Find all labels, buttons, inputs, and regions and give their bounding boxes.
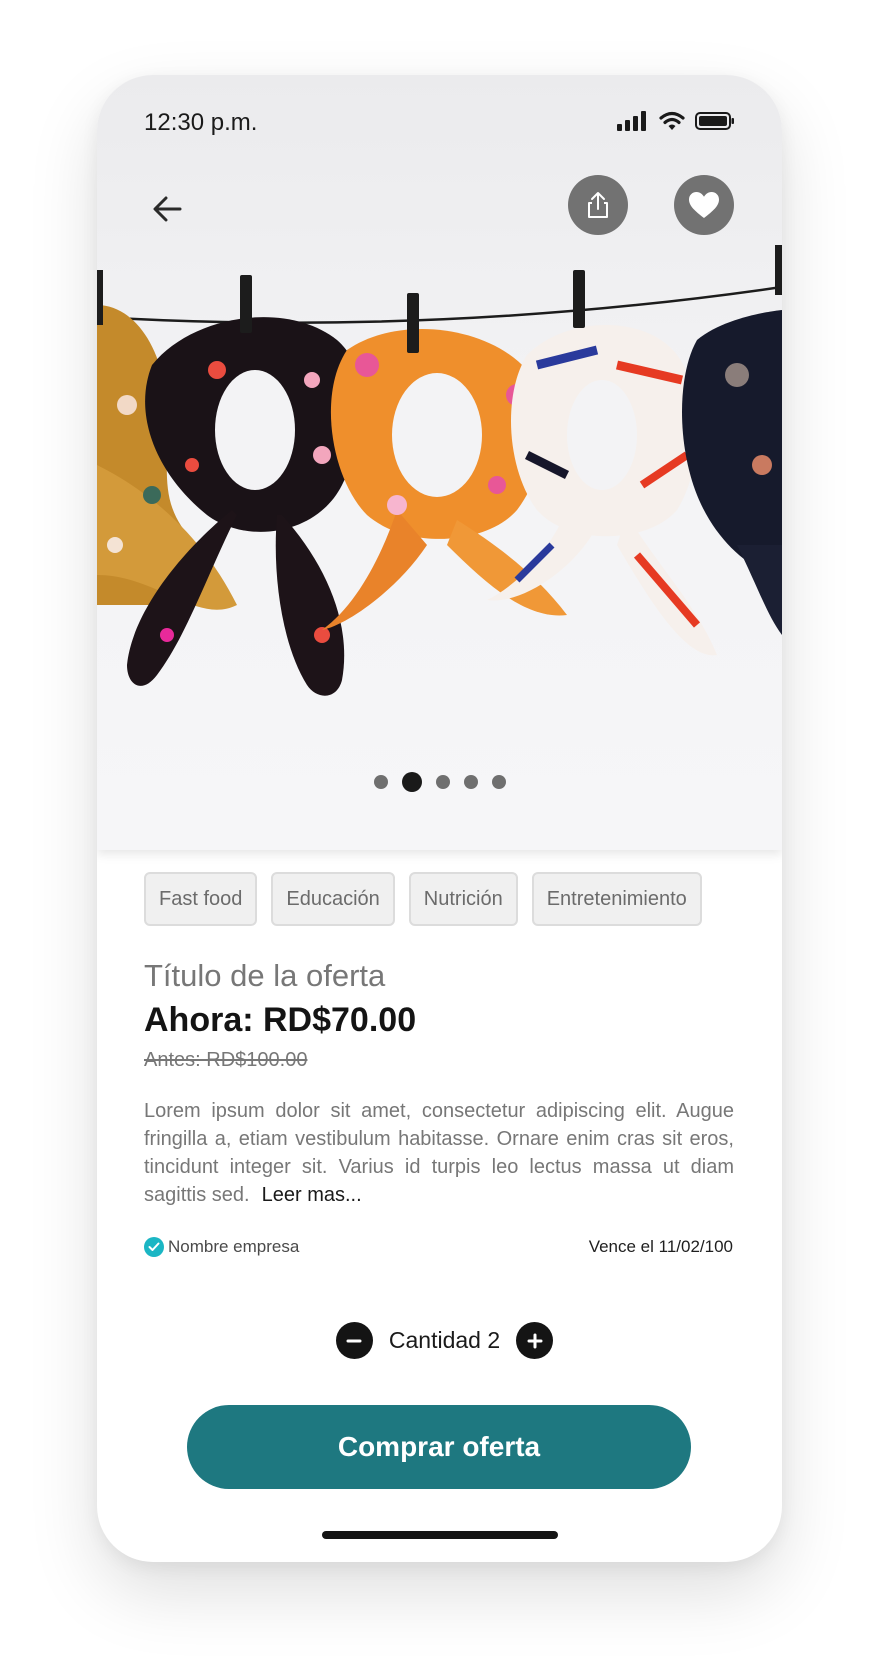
battery-icon [695, 112, 734, 130]
carousel-dot[interactable] [401, 772, 422, 792]
category-chip[interactable]: Fast food [144, 872, 258, 926]
carousel-dot[interactable] [435, 775, 450, 789]
status-time: 12:30 p.m. [144, 109, 258, 136]
plus-icon [527, 1333, 543, 1348]
back-button[interactable] [141, 183, 193, 235]
cellular-signal-icon [617, 111, 646, 131]
category-chips: Fast food Educación Nutrición Entretenim… [144, 872, 702, 926]
share-icon [588, 192, 608, 218]
product-photo [97, 245, 782, 696]
expiry-date: Vence el 11/02/100 [588, 1237, 733, 1256]
minus-icon [346, 1339, 362, 1342]
product-hero: 12:30 p.m. [97, 75, 782, 850]
arrow-left-icon [153, 196, 182, 222]
check-circle-icon [144, 1237, 164, 1257]
company-info: Nombre empresa [144, 1237, 299, 1257]
category-chip[interactable]: Entretenimiento [531, 872, 702, 926]
carousel-indicator [97, 772, 782, 792]
description-text: Lorem ipsum dolor sit amet, consectetur … [144, 1100, 734, 1206]
category-chip[interactable]: Nutrición [408, 872, 518, 926]
offer-title: Título de la oferta [144, 958, 386, 993]
decrease-quantity-button[interactable] [335, 1322, 373, 1359]
category-chip[interactable]: Educación [271, 872, 395, 926]
carousel-dot[interactable] [373, 775, 388, 789]
quantity-stepper: Cantidad 2 [97, 1322, 782, 1359]
carousel-dot[interactable] [491, 775, 506, 789]
home-indicator [322, 1531, 558, 1539]
wifi-icon [659, 111, 685, 130]
favorite-button[interactable] [674, 175, 734, 235]
offer-description: Lorem ipsum dolor sit amet, consectetur … [144, 1097, 734, 1209]
original-price: Antes: RD$100.00 [144, 1049, 308, 1071]
buy-offer-button[interactable]: Comprar oferta [187, 1405, 691, 1489]
carousel-dot[interactable] [463, 775, 478, 789]
status-icons [617, 111, 735, 131]
increase-quantity-button[interactable] [516, 1322, 554, 1359]
scrunchie-navy [682, 310, 782, 635]
heart-icon [689, 192, 719, 218]
share-button[interactable] [568, 175, 628, 235]
company-name: Nombre empresa [168, 1237, 300, 1256]
current-price: Ahora: RD$70.00 [144, 1001, 417, 1039]
phone-screen: 12:30 p.m. Fast food Educación Nutrición… [97, 75, 782, 1562]
quantity-label: Cantidad 2 [388, 1327, 501, 1353]
read-more-link[interactable]: Leer mas... [262, 1184, 362, 1206]
